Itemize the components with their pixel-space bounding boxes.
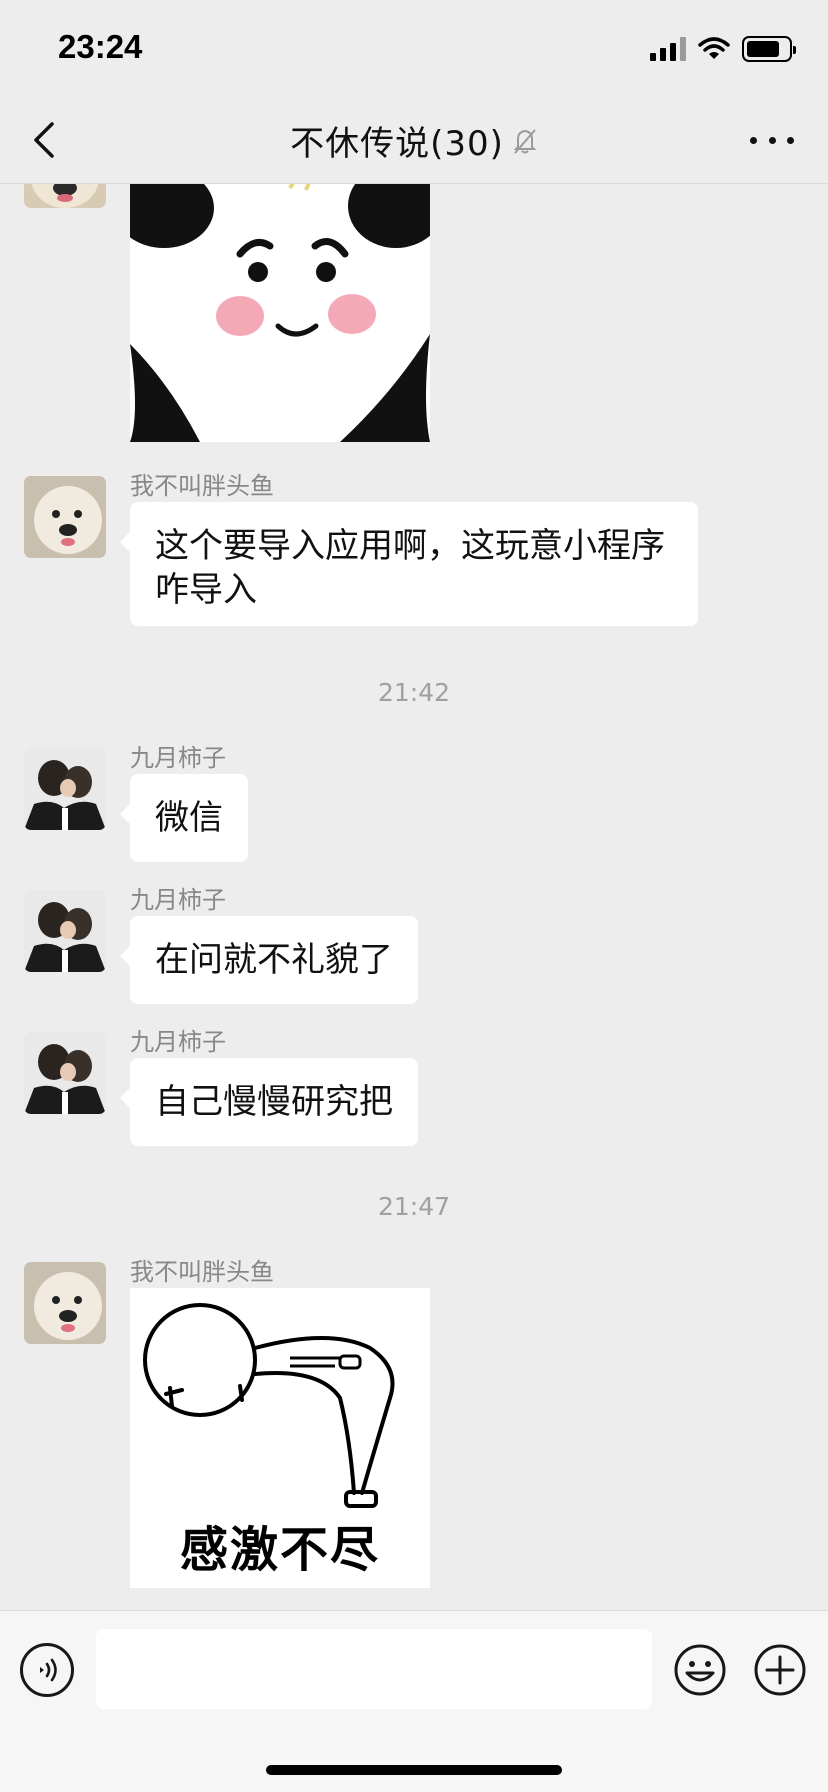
avatar-dog[interactable]	[24, 476, 106, 558]
message-bubble[interactable]: 在问就不礼貌了	[120, 916, 418, 1004]
more-dot	[768, 136, 776, 144]
sender-name: 九月柿子	[130, 886, 226, 914]
message-bubble[interactable]: 微信	[120, 774, 248, 862]
chat-title: 不休传说(30)	[290, 124, 504, 164]
timestamp: 21:47	[377, 1192, 451, 1221]
avatar-couple[interactable]	[24, 890, 106, 972]
emoji-icon[interactable]	[673, 1643, 727, 1697]
more-dot	[787, 136, 794, 144]
battery-icon	[742, 36, 796, 62]
message-bubble[interactable]: 自己慢慢研究把	[120, 1058, 418, 1146]
sender-name: 九月柿子	[130, 744, 226, 772]
message-input[interactable]	[96, 1629, 652, 1709]
chat-title-area[interactable]: 不休传说(30)	[0, 116, 828, 165]
sender-name: 九月柿子	[130, 1028, 226, 1056]
avatar-dog[interactable]	[24, 1262, 106, 1344]
cellular-signal-icon	[650, 37, 686, 61]
voice-button[interactable]	[20, 1643, 74, 1697]
avatar-couple[interactable]	[24, 1032, 106, 1114]
more-options-button[interactable]	[750, 122, 794, 158]
message-text-line: 咋导入	[155, 570, 257, 610]
avatar-couple[interactable]	[24, 748, 106, 830]
panda-face-sticker[interactable]	[130, 184, 430, 442]
sticker-caption: 感激不尽	[179, 1522, 380, 1578]
timestamp: 21:42	[377, 678, 451, 707]
message-text-line: 这个要导入应用啊，这玩意小程序	[155, 526, 665, 566]
voice-icon	[40, 1658, 57, 1682]
message-bubble[interactable]: 这个要导入应用啊，这玩意小程序 咋导入	[120, 502, 698, 626]
sender-name: 我不叫胖头鱼	[130, 1258, 274, 1286]
input-bar	[0, 1610, 828, 1792]
message-text: 在问就不礼貌了	[155, 940, 393, 980]
chat-message-list[interactable]: 我不叫胖头鱼 这个要导入应用啊，这玩意小程序 咋导入 21:42 九月柿子 微信…	[0, 0, 828, 1610]
status-icons	[650, 36, 796, 62]
status-time: 23:24	[58, 28, 143, 65]
more-dots-icon	[750, 136, 757, 144]
home-indicator	[266, 1765, 562, 1775]
plus-icon[interactable]	[753, 1643, 807, 1697]
message-text: 自己慢慢研究把	[155, 1082, 393, 1122]
top-bar: 23:24 不休传说(30)	[0, 0, 828, 184]
sender-name: 我不叫胖头鱼	[130, 472, 274, 500]
bowing-stick-figure-sticker[interactable]: 感激不尽	[130, 1288, 430, 1588]
wifi-icon	[698, 37, 730, 59]
message-text: 微信	[155, 798, 223, 838]
bell-muted-icon	[513, 128, 537, 154]
